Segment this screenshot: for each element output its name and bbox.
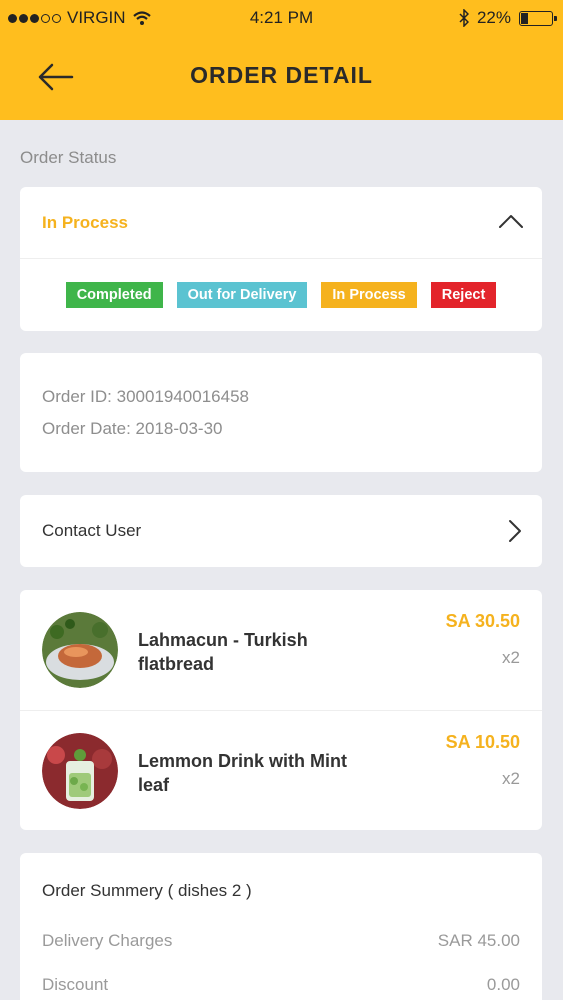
status-option-out-for-delivery[interactable]: Out for Delivery — [176, 282, 308, 308]
device-status: 22% — [459, 8, 557, 28]
discount-value: 0.00 — [486, 975, 520, 994]
current-status: In Process — [42, 213, 128, 232]
order-summary-card: Order Summery ( dishes 2 ) Delivery Char… — [20, 853, 542, 1000]
dish-quantity: x2 — [502, 769, 520, 788]
contact-user-label: Contact User — [42, 521, 142, 540]
list-item[interactable]: Lemmon Drink with Mint leaf SA 10.50 x2 — [20, 710, 542, 830]
dish-name: Lemmon Drink with Mint leaf — [138, 751, 347, 795]
status-option-reject[interactable]: Reject — [430, 282, 497, 308]
order-date: Order Date: 2018-03-30 — [42, 419, 223, 438]
order-status-label: Order Status — [20, 148, 117, 167]
contact-user-button[interactable]: Contact User — [20, 495, 542, 567]
page-title: ORDER DETAIL — [190, 62, 373, 88]
order-info-card: Order ID: 30001940016458 Order Date: 201… — [20, 353, 542, 472]
status-option-in-process[interactable]: In Process — [321, 282, 417, 308]
delivery-charges-label: Delivery Charges — [42, 931, 173, 950]
summary-title: Order Summery ( dishes 2 ) — [42, 881, 252, 900]
delivery-charges-value: SAR 45.00 — [437, 931, 520, 950]
status-dropdown[interactable]: In Process — [20, 187, 542, 259]
list-item[interactable]: Lahmacun - Turkish flatbread SA 30.50 x2 — [20, 590, 542, 710]
order-items-list: Lahmacun - Turkish flatbread SA 30.50 x2… — [20, 590, 542, 830]
status-option-completed[interactable]: Completed — [65, 282, 163, 308]
discount-label: Discount — [42, 975, 109, 994]
chevron-up-icon — [499, 215, 523, 228]
dish-price: SA 10.50 — [445, 732, 520, 752]
status-options: Completed Out for Delivery In Process Re… — [20, 282, 542, 308]
bluetooth-icon — [459, 9, 469, 27]
dish-image — [42, 733, 118, 809]
status-bar: VIRGIN 4:21 PM 22% — [0, 0, 563, 36]
order-id: Order ID: 30001940016458 — [42, 387, 249, 406]
dish-quantity: x2 — [502, 648, 520, 667]
chevron-right-icon — [509, 520, 521, 542]
order-status-card: In Process Completed Out for Delivery In… — [20, 187, 542, 331]
dish-name: Lahmacun - Turkish flatbread — [138, 630, 308, 674]
battery-percent: 22% — [476, 8, 511, 27]
dish-image — [42, 612, 118, 688]
dish-price: SA 30.50 — [445, 611, 520, 631]
battery-icon — [519, 10, 557, 26]
